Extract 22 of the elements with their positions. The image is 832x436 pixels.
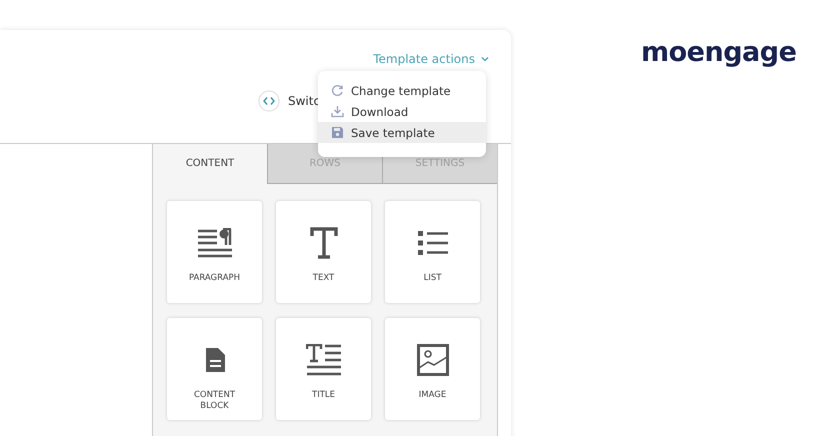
block-tile[interactable]: PARAGRAPH — [167, 201, 262, 303]
code-icon — [258, 90, 280, 112]
menu-item[interactable]: Change template — [318, 80, 486, 101]
menu-item[interactable]: Download — [318, 101, 486, 122]
document-icon — [204, 347, 226, 373]
letter-t-icon — [310, 227, 338, 259]
download-icon — [331, 105, 344, 118]
block-tile[interactable]: LIST — [385, 201, 480, 303]
block-tile[interactable]: TITLE — [276, 318, 371, 420]
save-icon — [331, 126, 344, 139]
block-tile[interactable]: TEXT — [276, 201, 371, 303]
menu-item[interactable]: Save template — [318, 122, 486, 143]
refresh-icon — [331, 84, 344, 97]
block-tile[interactable]: IMAGE — [385, 318, 480, 420]
brand-logo: moengage — [641, 37, 796, 69]
image-icon — [416, 344, 448, 376]
block-tile[interactable]: CONTENT BLOCK — [167, 318, 262, 420]
list-icon — [416, 230, 448, 256]
switch-button[interactable]: Switc — [258, 90, 320, 112]
paragraph-icon — [196, 228, 232, 258]
title-icon — [306, 344, 342, 376]
chevron-down-icon — [481, 56, 489, 62]
